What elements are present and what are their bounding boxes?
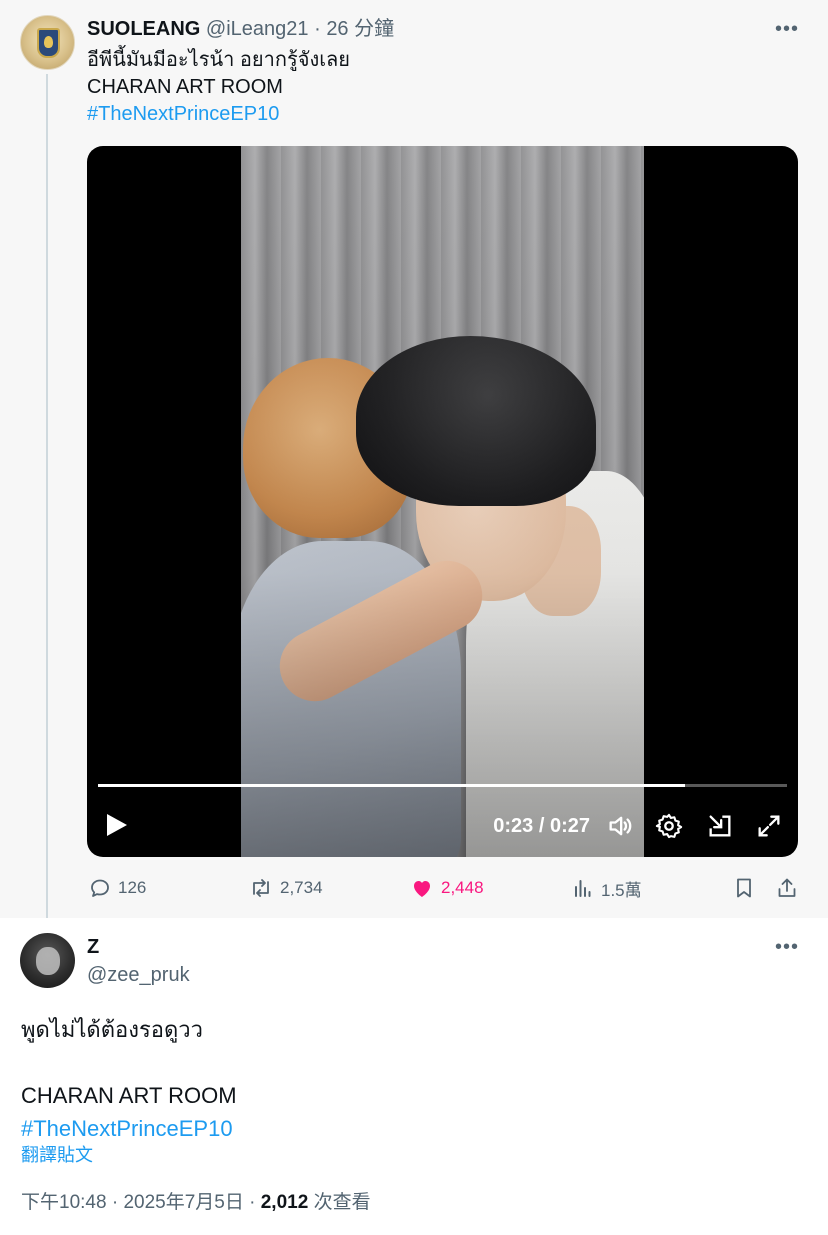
video-progress-fill	[98, 784, 686, 787]
tweet-text-line: CHARAN ART ROOM	[21, 1083, 237, 1108]
more-options-icon[interactable]: •••	[775, 19, 799, 39]
user-handle[interactable]: @zee_pruk	[87, 963, 190, 987]
play-icon[interactable]	[107, 814, 127, 836]
analytics-bars-icon	[575, 880, 591, 897]
views-button[interactable]: 1.5萬	[571, 874, 642, 902]
dot-separator: ·	[314, 18, 321, 40]
reply-icon	[91, 879, 109, 897]
tweet-header: SUOLEANG @iLeang21 · 26 分鐘	[87, 17, 394, 41]
timestamp[interactable]: 26 分鐘	[326, 18, 394, 40]
user-handle[interactable]: @iLeang21	[206, 18, 309, 40]
repost-icon	[253, 879, 269, 897]
video-timecode: 0:23 / 0:27	[493, 815, 590, 837]
avatar[interactable]	[20, 15, 75, 70]
translate-post-link[interactable]: 翻譯貼文	[21, 1144, 93, 1166]
hashtag-link[interactable]: #TheNextPrinceEP10	[87, 101, 350, 128]
heart-filled-icon	[414, 881, 430, 897]
tweet-meta: 下午10:48 · 2025年7月5日 · 2,012 次查看	[21, 1191, 371, 1215]
settings-gear-icon[interactable]	[655, 812, 683, 840]
share-icon	[778, 878, 796, 897]
like-count: 2,448	[441, 878, 484, 897]
more-options-icon[interactable]: •••	[775, 937, 799, 957]
tweet-text: พูดไม่ได้ต้องรอดูวว CHARAN ART ROOM #The…	[21, 1013, 237, 1145]
hashtag-link[interactable]: #TheNextPrinceEP10	[21, 1112, 237, 1145]
tweet-text-line: พูดไม่ได้ต้องรอดูวว	[21, 1017, 203, 1042]
view-count: 2,012	[260, 1192, 309, 1213]
repost-count: 2,734	[280, 878, 323, 897]
like-button[interactable]: 2,448	[409, 874, 484, 902]
view-count-label: 次查看	[313, 1192, 371, 1213]
avatar[interactable]	[20, 933, 75, 988]
tweet-text-line: อีพีนี้มันมีอะไรน้า อยากรู้จังเลย	[87, 49, 351, 71]
parent-tweet: SUOLEANG @iLeang21 · 26 分鐘 ••• อีพีนี้มั…	[0, 0, 828, 926]
video-progress-bar[interactable]	[98, 784, 787, 787]
video-frame	[241, 146, 644, 857]
video-player[interactable]: 0:23 / 0:27	[87, 146, 798, 857]
fullscreen-icon[interactable]	[755, 812, 783, 840]
focused-tweet: Z @zee_pruk ••• พูดไม่ได้ต้องรอดูวว CHAR…	[0, 918, 828, 1235]
dot-separator: ·	[111, 1192, 119, 1213]
views-count: 1.5萬	[601, 880, 642, 900]
display-name[interactable]: SUOLEANG	[87, 18, 200, 40]
dot-separator: ·	[249, 1192, 256, 1213]
bookmark-button[interactable]	[732, 874, 762, 902]
reply-button[interactable]: 126	[88, 874, 146, 902]
post-time[interactable]: 下午10:48	[21, 1192, 107, 1213]
tweet-text-line: CHARAN ART ROOM	[87, 76, 283, 98]
thread-connector-line	[46, 74, 48, 926]
tweet-text: อีพีนี้มันมีอะไรน้า อยากรู้จังเลย CHARAN…	[87, 47, 350, 128]
post-date[interactable]: 2025年7月5日	[123, 1192, 243, 1213]
crest-emblem	[37, 28, 60, 58]
repost-button[interactable]: 2,734	[248, 874, 323, 902]
video-shading	[241, 146, 644, 857]
share-button[interactable]	[775, 874, 805, 902]
reply-count: 126	[118, 878, 147, 897]
display-name[interactable]: Z	[87, 935, 99, 959]
picture-in-picture-icon[interactable]	[706, 812, 734, 840]
bookmark-icon	[737, 878, 751, 898]
tweet-text-blank-line	[21, 1046, 237, 1079]
volume-icon[interactable]	[606, 812, 634, 840]
